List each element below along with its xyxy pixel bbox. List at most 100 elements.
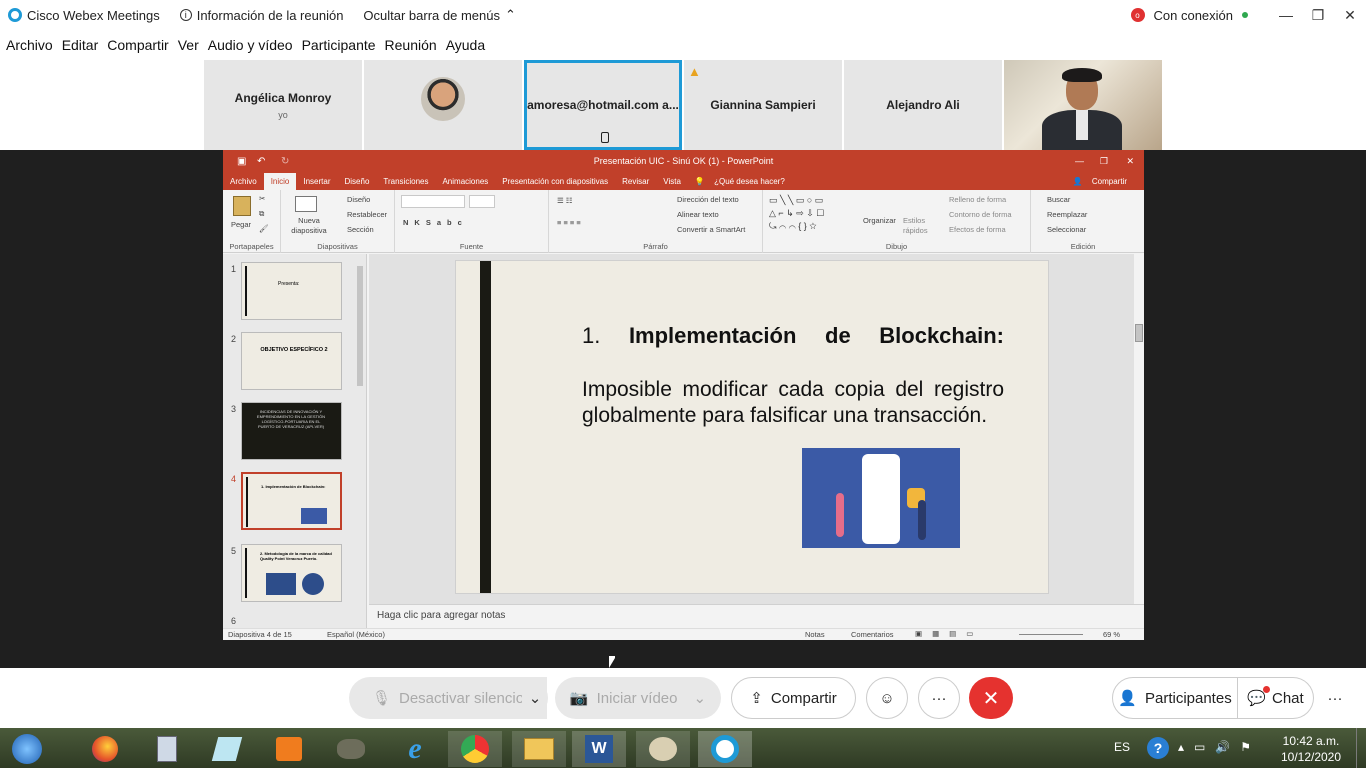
pegar-button[interactable]: Pegar: [231, 220, 251, 229]
tab-presentacion[interactable]: Presentación con diapositivas: [495, 177, 615, 186]
taskbar-chrome[interactable]: [448, 731, 502, 767]
taskbar-webex[interactable]: [698, 731, 752, 767]
tab-diseno[interactable]: Diseño: [338, 177, 377, 186]
menu-participante[interactable]: Participante: [302, 37, 376, 53]
ppt-restore-button[interactable]: ❐: [1100, 150, 1108, 173]
tray-language[interactable]: ES: [1114, 740, 1130, 754]
language-status[interactable]: Español (México): [327, 630, 385, 639]
taskbar-internet-explorer[interactable]: e: [388, 731, 442, 767]
taskbar-firefox[interactable]: [78, 731, 132, 767]
slide-thumbnail[interactable]: INCIDENCIAS DE INNOVACIÓN Y EMPRENDIMIEN…: [241, 402, 342, 460]
tray-icons[interactable]: ▴▭🔊⚑: [1178, 740, 1261, 754]
tab-insertar[interactable]: Insertar: [296, 177, 337, 186]
ppt-redo-icon[interactable]: ↻: [281, 150, 289, 173]
bullets-icon[interactable]: ☰ ☷: [557, 196, 573, 205]
menu-ver[interactable]: Ver: [178, 37, 199, 53]
taskbar-app[interactable]: [324, 731, 378, 767]
menu-compartir[interactable]: Compartir: [107, 37, 168, 53]
ppt-close-button[interactable]: ✕: [1126, 150, 1134, 173]
show-desktop-button[interactable]: [1356, 728, 1366, 768]
contorno-forma-button[interactable]: Contorno de forma: [949, 210, 1012, 219]
relleno-forma-button[interactable]: Relleno de forma: [949, 195, 1006, 204]
restablecer-button[interactable]: Restablecer: [347, 210, 387, 219]
thumbnails-scrollbar[interactable]: [356, 254, 364, 628]
menu-editar[interactable]: Editar: [62, 37, 99, 53]
menu-ayuda[interactable]: Ayuda: [446, 37, 485, 53]
participant-tile[interactable]: ▲ Giannina Sampieri: [684, 60, 842, 150]
tab-revisar[interactable]: Revisar: [615, 177, 656, 186]
seleccionar-button[interactable]: Seleccionar: [1047, 225, 1086, 234]
smartart-button[interactable]: Convertir a SmartArt: [677, 225, 745, 234]
system-clock[interactable]: 10:42 a.m. 10/12/2020: [1276, 733, 1346, 765]
scrollbar-thumb[interactable]: [357, 266, 363, 386]
tab-animaciones[interactable]: Animaciones: [435, 177, 495, 186]
slide-thumbnail[interactable]: 2. Metodología de la marca de calidad Qu…: [241, 544, 342, 602]
taskbar-calculator[interactable]: [140, 731, 194, 767]
start-button[interactable]: [0, 731, 54, 767]
tab-archivo[interactable]: Archivo: [223, 177, 264, 186]
tab-inicio[interactable]: Inicio: [263, 173, 297, 190]
slide-thumbnail[interactable]: OBJETIVO ESPECÍFICO 2: [241, 332, 342, 390]
participants-button[interactable]: 👤 Participantes: [1112, 677, 1238, 719]
copy-icon[interactable]: ⧉: [259, 209, 264, 219]
comments-toggle[interactable]: Comentarios: [851, 630, 894, 639]
share-button[interactable]: ⇪ Compartir: [731, 677, 856, 719]
menu-archivo[interactable]: Archivo: [6, 37, 53, 53]
shapes-gallery[interactable]: ▭ ╲ ╲ ▭ ○ ▭ △ ⌐ ↳ ⇨ ⇩ ☐ ⤿ ⌒ ⌒ { } ☆: [769, 194, 853, 234]
zoom-level[interactable]: 69 %: [1103, 630, 1120, 639]
tell-me-search[interactable]: 💡 ¿Qué desea hacer?: [688, 177, 799, 186]
cut-icon[interactable]: ✂: [259, 194, 265, 203]
notes-pane[interactable]: Haga clic para agregar notas: [369, 604, 1144, 628]
ppt-undo-icon[interactable]: ↶: [257, 150, 265, 173]
seccion-button[interactable]: Sección: [347, 225, 374, 234]
mute-button[interactable]: 🎙 Desactivar silencio: [349, 677, 547, 719]
tab-transiciones[interactable]: Transiciones: [376, 177, 435, 186]
slide-thumbnail[interactable]: Presenta:: [241, 262, 342, 320]
participant-video-tile[interactable]: [1004, 60, 1162, 150]
chat-button[interactable]: 💬 Chat: [1238, 677, 1314, 719]
organizar-button[interactable]: Organizar: [863, 216, 896, 225]
editor-scrollbar[interactable]: [1134, 254, 1144, 604]
menu-reunion[interactable]: Reunión: [385, 37, 437, 53]
tab-vista[interactable]: Vista: [656, 177, 688, 186]
minimize-button[interactable]: —: [1270, 7, 1302, 23]
hide-menu-bar-button[interactable]: Ocultar barra de menús ⌃: [363, 7, 515, 23]
ppt-save-icon[interactable]: ▣: [237, 150, 246, 173]
ppt-share-button[interactable]: 👤 Compartir: [1066, 177, 1144, 186]
ppt-minimize-button[interactable]: —: [1075, 150, 1084, 173]
menu-audio-video[interactable]: Audio y vídeo: [208, 37, 293, 53]
help-icon[interactable]: ?: [1147, 737, 1169, 759]
taskbar-media-player[interactable]: [262, 731, 316, 767]
format-painter-icon[interactable]: 🖌: [259, 224, 269, 233]
meeting-info-button[interactable]: i Información de la reunión: [179, 8, 343, 23]
more-options-button[interactable]: ···: [918, 677, 960, 719]
estilos-rapidos-button[interactable]: Estilos rápidos: [903, 216, 933, 236]
participant-tile[interactable]: Alejandro Ali: [844, 60, 1002, 150]
view-buttons[interactable]: ▣▦▤▭: [915, 629, 983, 638]
direccion-texto-button[interactable]: Dirección del texto: [677, 195, 739, 204]
reactions-button[interactable]: ☺: [866, 677, 908, 719]
close-window-button[interactable]: ✕: [1334, 7, 1366, 24]
participant-tile[interactable]: Angélica Monroy yo: [204, 60, 362, 150]
align-icons[interactable]: ≡ ≡ ≡ ≡: [557, 218, 581, 227]
taskbar-paint[interactable]: [636, 731, 690, 767]
more-panels-button[interactable]: ···: [1316, 677, 1354, 719]
nueva-diapositiva-button[interactable]: Nueva diapositiva: [285, 216, 333, 236]
scrollbar-thumb[interactable]: [1135, 324, 1143, 342]
restore-button[interactable]: ❐: [1302, 7, 1334, 24]
start-video-button[interactable]: 📷 Iniciar vídeo ⌄: [555, 677, 721, 719]
buscar-button[interactable]: Buscar: [1047, 195, 1070, 204]
taskbar-word[interactable]: W: [572, 731, 626, 767]
alinear-texto-button[interactable]: Alinear texto: [677, 210, 719, 219]
taskbar-notes[interactable]: [200, 731, 254, 767]
active-speaker-tile[interactable]: amoresa@hotmail.com a...: [524, 60, 682, 150]
zoom-slider[interactable]: [1019, 634, 1083, 635]
leave-meeting-button[interactable]: ✕: [969, 677, 1013, 719]
notes-toggle[interactable]: Notas: [805, 630, 825, 639]
efectos-forma-button[interactable]: Efectos de forma: [949, 225, 1006, 234]
diseno-button[interactable]: Diseño: [347, 195, 370, 204]
current-slide[interactable]: 1. Implementación de Blockchain: Imposib…: [455, 260, 1049, 594]
taskbar-file-explorer[interactable]: [512, 731, 566, 767]
reemplazar-button[interactable]: Reemplazar: [1047, 210, 1087, 219]
participant-tile[interactable]: [364, 60, 522, 150]
